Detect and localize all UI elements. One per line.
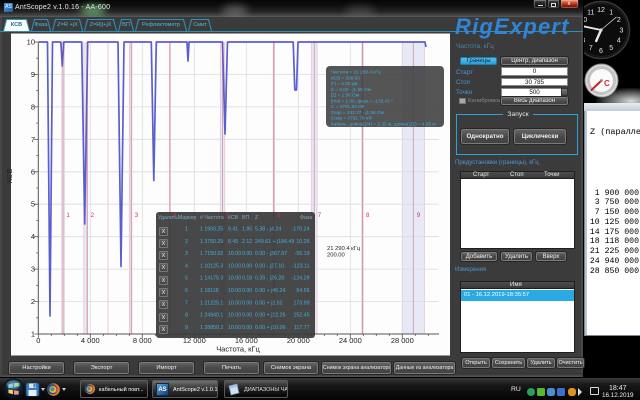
svg-text:8 000: 8 000	[133, 336, 152, 345]
svg-text:2: 2	[617, 17, 621, 24]
svg-text:8: 8	[584, 38, 585, 45]
svg-text:11: 11	[587, 10, 594, 17]
svg-text:Частота, кГц: Частота, кГц	[216, 345, 260, 354]
svg-text:4: 4	[617, 38, 621, 45]
svg-text:3: 3	[620, 27, 624, 34]
svg-text:0: 0	[36, 336, 40, 345]
svg-text:1: 1	[31, 330, 35, 339]
svg-text:2: 2	[31, 297, 35, 306]
svg-text:28 000: 28 000	[391, 336, 414, 345]
svg-text:9: 9	[31, 70, 35, 79]
svg-text:4: 4	[31, 232, 35, 241]
svg-text:6: 6	[31, 167, 35, 176]
svg-text:5: 5	[31, 200, 35, 209]
svg-text:6: 6	[599, 48, 603, 55]
svg-text:8: 8	[31, 102, 35, 111]
svg-text:4 000: 4 000	[81, 336, 100, 345]
svg-text:7: 7	[31, 135, 35, 144]
svg-text:21 290.4 кГц: 21 290.4 кГц	[327, 246, 361, 252]
svg-text:C: C	[604, 79, 610, 88]
svg-text:24 000: 24 000	[339, 336, 362, 345]
svg-text:7: 7	[589, 45, 593, 52]
svg-text:КСВ: КСВ	[5, 169, 14, 184]
svg-text:12: 12	[597, 7, 605, 14]
svg-text:5: 5	[609, 45, 613, 52]
svg-text:1: 1	[609, 10, 613, 17]
svg-text:200.00: 200.00	[327, 253, 345, 259]
svg-text:10: 10	[27, 38, 35, 47]
svg-text:3: 3	[31, 265, 35, 274]
svg-text:10: 10	[584, 17, 587, 24]
